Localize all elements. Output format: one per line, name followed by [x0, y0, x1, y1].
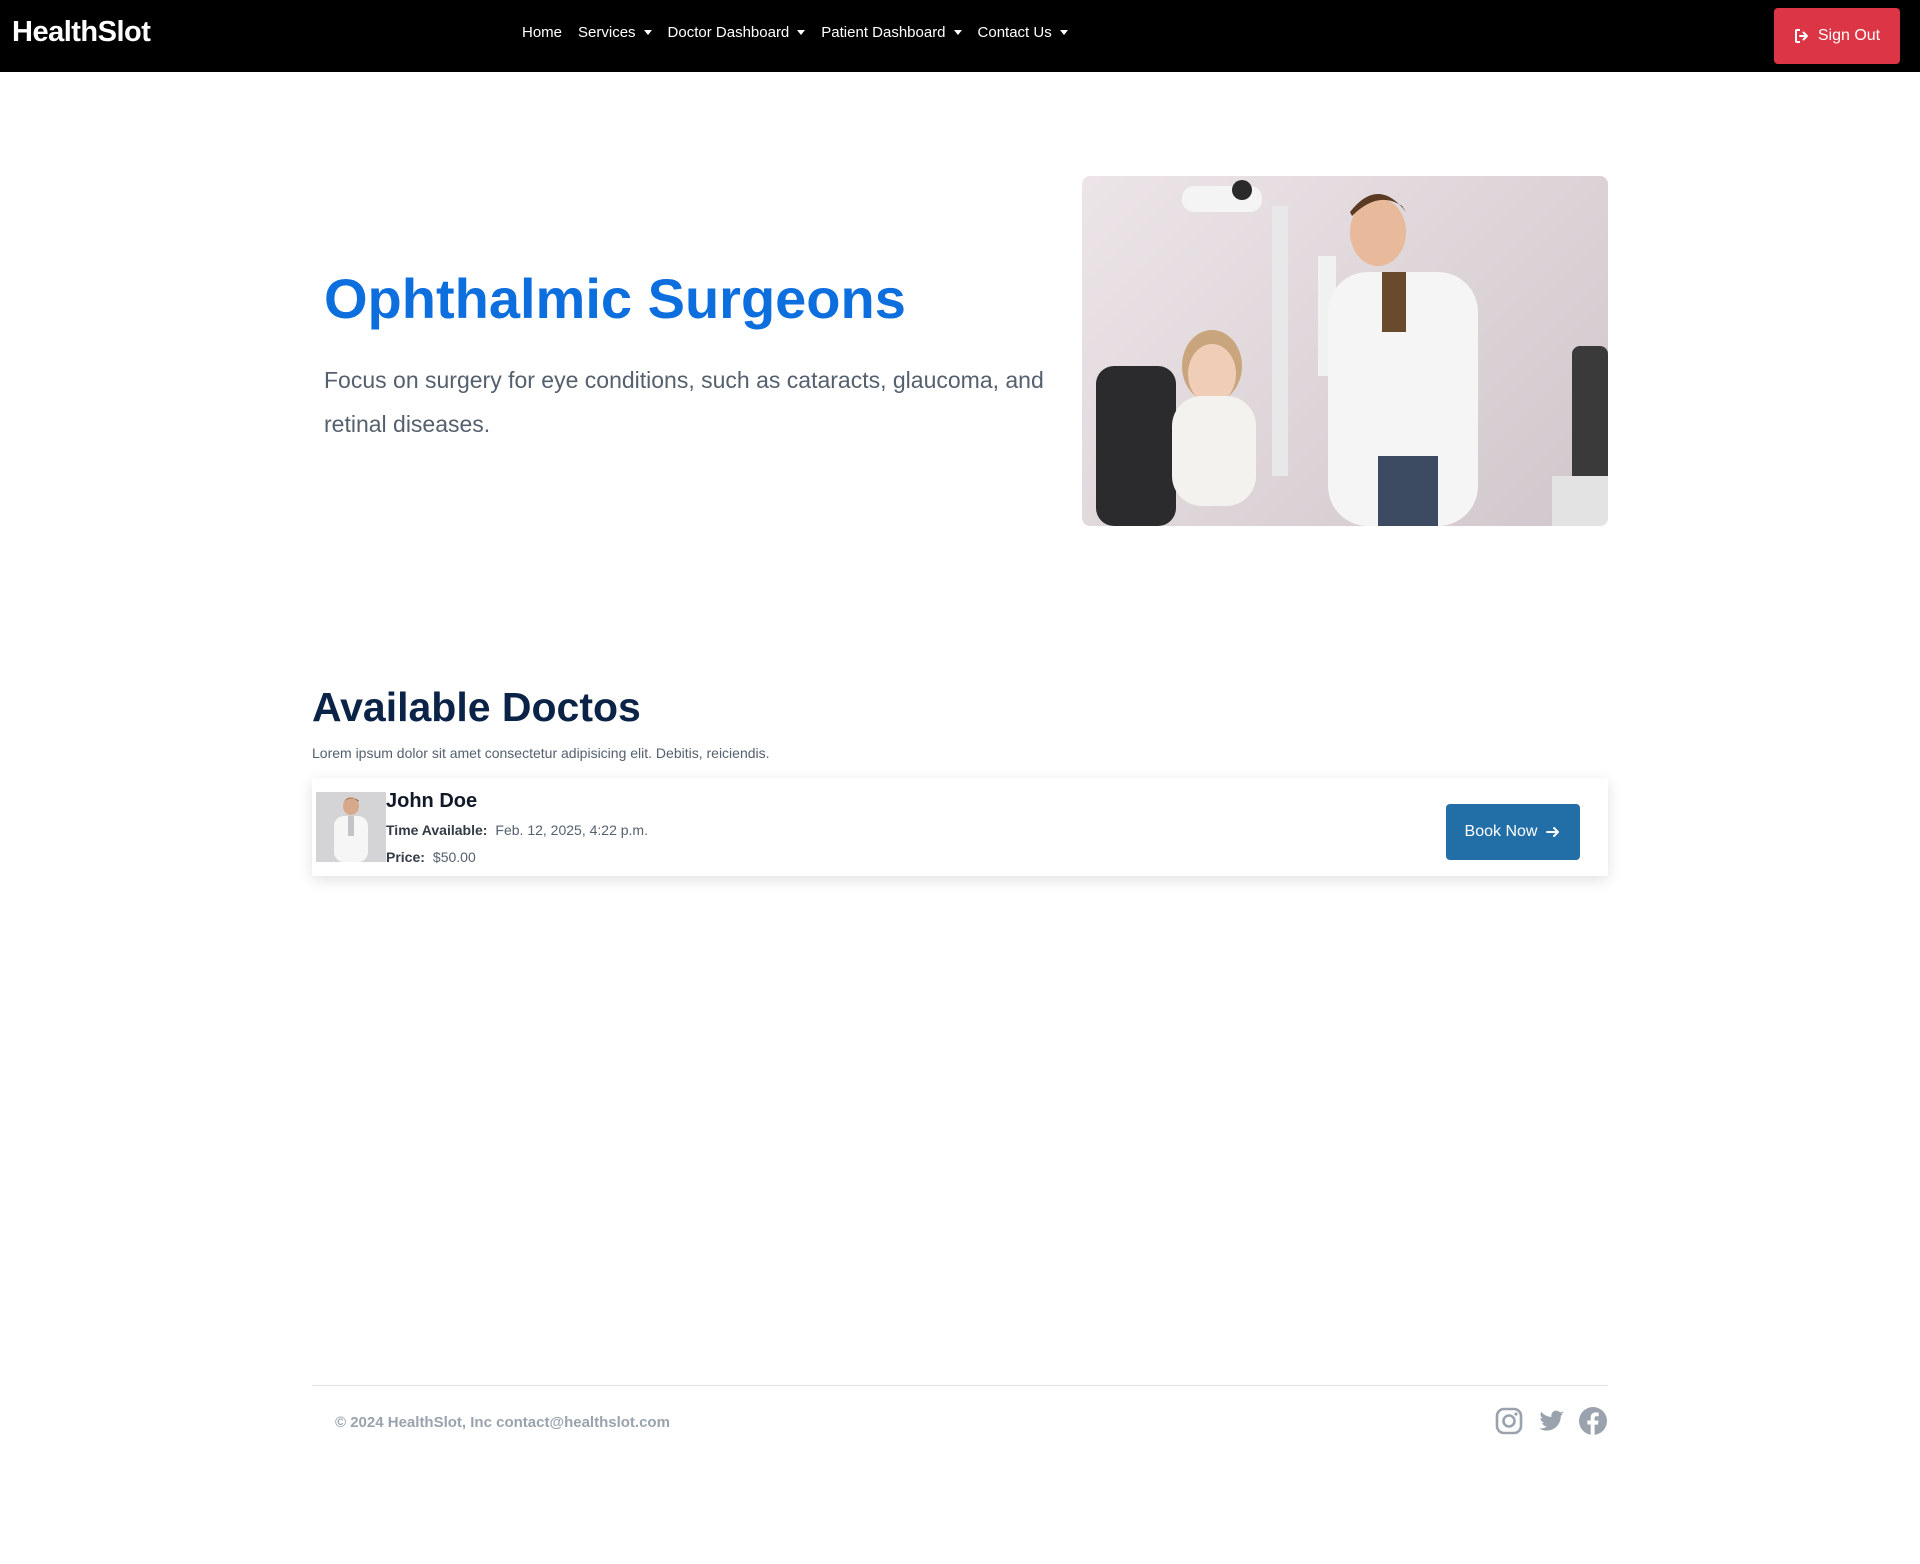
- nav-link-services[interactable]: Services: [578, 24, 652, 41]
- caret-down-icon: [797, 30, 806, 35]
- twitter-icon[interactable]: [1536, 1406, 1566, 1436]
- book-now-label: Book Now: [1464, 823, 1538, 840]
- sign-out-icon: [1794, 29, 1808, 43]
- hero-image: [1082, 176, 1608, 526]
- facebook-icon[interactable]: [1578, 1406, 1608, 1436]
- page-title: Ophthalmic Surgeons: [324, 267, 906, 330]
- caret-down-icon: [643, 30, 652, 35]
- nav-link-patient-dashboard[interactable]: Patient Dashboard: [821, 24, 962, 41]
- doctor-name: John Doe: [386, 790, 478, 812]
- section-subtitle: Lorem ipsum dolor sit amet consectetur a…: [312, 745, 770, 761]
- nav-link-home[interactable]: Home: [522, 24, 562, 41]
- section-title: Available Doctos: [312, 684, 641, 730]
- nav-links: Home Services Doctor Dashboard Patient D…: [522, 24, 1084, 41]
- nav-link-label: Doctor Dashboard: [667, 24, 790, 41]
- nav-link-label: Contact Us: [977, 24, 1052, 41]
- brand-logo[interactable]: HealthSlot: [12, 16, 151, 49]
- footer-copyright: © 2024 HealthSlot, Inc contact@healthslo…: [335, 1414, 670, 1431]
- hero-description: Focus on surgery for eye conditions, suc…: [324, 367, 1044, 437]
- navbar: HealthSlot Home Services Doctor Dashboar…: [0, 0, 1920, 72]
- doctor-avatar: [316, 792, 386, 862]
- sign-out-label: Sign Out: [1817, 27, 1881, 44]
- time-value: Feb. 12, 2025, 4:22 p.m.: [495, 822, 648, 838]
- doctor-price-row: Price: $50.00: [386, 849, 476, 865]
- price-label: Price:: [386, 849, 425, 865]
- price-value: $50.00: [432, 849, 476, 865]
- sign-out-button[interactable]: Sign Out: [1774, 8, 1900, 64]
- footer-divider: [312, 1385, 1608, 1386]
- arrow-right-icon: [1546, 827, 1560, 837]
- doctor-card: John Doe Time Available: Feb. 12, 2025, 4…: [312, 778, 1608, 876]
- nav-link-label: Home: [522, 24, 563, 41]
- instagram-icon[interactable]: [1494, 1406, 1524, 1436]
- nav-link-doctor-dashboard[interactable]: Doctor Dashboard: [668, 24, 806, 41]
- doctor-time-row: Time Available: Feb. 12, 2025, 4:22 p.m.: [386, 822, 648, 838]
- caret-down-icon: [953, 30, 962, 35]
- caret-down-icon: [1059, 30, 1068, 35]
- time-label: Time Available:: [386, 822, 488, 838]
- book-now-button[interactable]: Book Now: [1446, 804, 1580, 860]
- nav-link-label: Patient Dashboard: [821, 24, 946, 41]
- nav-link-label: Services: [578, 24, 636, 41]
- nav-link-contact-us[interactable]: Contact Us: [978, 24, 1068, 41]
